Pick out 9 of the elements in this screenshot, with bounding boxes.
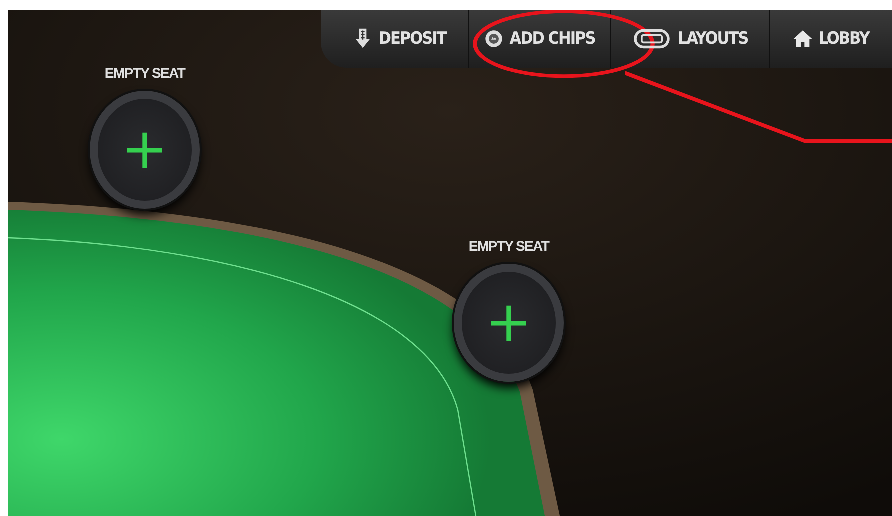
seat-label: EMPTY SEAT <box>468 238 550 254</box>
home-icon <box>792 28 813 50</box>
menu-button[interactable]: LOBBY <box>770 10 892 68</box>
layout-ring-icon <box>632 28 672 50</box>
chip-icon <box>484 28 504 50</box>
seat-label: EMPTY SEAT <box>104 65 186 81</box>
menu-button[interactable]: LAYOUTS <box>611 10 769 68</box>
menu-button[interactable]: ADD CHIPS <box>469 10 610 68</box>
menu-button[interactable]: DEPOSIT <box>331 10 468 68</box>
